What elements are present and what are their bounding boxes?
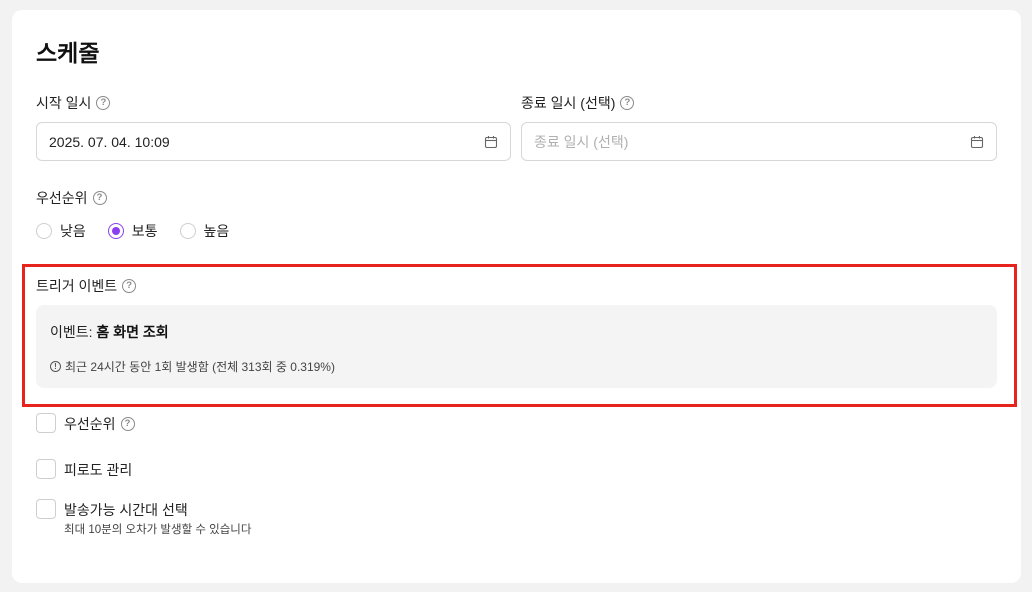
radio-label: 낮음 (60, 223, 86, 239)
fatigue-checkbox[interactable] (36, 459, 56, 479)
start-date-value: 2025. 07. 04. 10:09 (49, 133, 170, 150)
priority-option-label: 우선순위 ? (64, 414, 135, 434)
end-date-placeholder: 종료 일시 (선택) (534, 133, 629, 150)
priority-checkbox[interactable] (36, 413, 56, 433)
fatigue-option-label: 피로도 관리 (64, 462, 133, 478)
trigger-event-box (36, 305, 997, 388)
help-icon[interactable]: ? (120, 417, 135, 431)
page-title: 스케줄 (36, 40, 100, 66)
priority-radio-high[interactable]: 높음 (179, 221, 230, 241)
calendar-icon[interactable] (970, 135, 984, 149)
priority-label: 우선순위 ? (36, 188, 107, 208)
time-window-checkbox[interactable] (36, 499, 56, 519)
event-stats-text: 최근 24시간 동안 1회 발생함 (전체 313회 중 0.319%) (65, 360, 335, 374)
event-prefix: 이벤트: (50, 324, 97, 340)
priority-radio-normal[interactable]: 보통 (107, 221, 158, 241)
help-icon[interactable]: ? (92, 191, 107, 205)
end-date-input[interactable]: 종료 일시 (선택) (521, 122, 997, 161)
help-icon[interactable]: ? (122, 279, 137, 293)
radio-button[interactable] (179, 223, 196, 239)
start-date-label-text: 시작 일시 (36, 95, 92, 111)
radio-label: 높음 (203, 223, 230, 239)
radio-label: 보통 (131, 223, 158, 239)
help-icon[interactable]: ? (96, 96, 111, 110)
end-date-label: 종료 일시 (선택) ? (521, 93, 635, 113)
priority-radio-group: 낮음 보통 높음 (36, 221, 251, 241)
calendar-icon[interactable] (484, 135, 498, 149)
radio-button[interactable] (36, 223, 52, 239)
time-window-option-label: 발송가능 시간대 선택 (64, 502, 188, 518)
trigger-event-stats: ! 최근 24시간 동안 1회 발생함 (전체 313회 중 0.319%) (50, 358, 335, 375)
trigger-event-name: 이벤트: 홈 화면 조회 (50, 322, 169, 342)
radio-button-selected[interactable] (107, 223, 124, 239)
end-date-label-text: 종료 일시 (선택) (521, 95, 616, 111)
time-window-note: 최대 10분의 오차가 발생할 수 있습니다 (64, 524, 252, 536)
priority-option-text: 우선순위 (64, 416, 116, 432)
help-icon[interactable]: ? (620, 96, 635, 110)
start-date-label: 시작 일시 ? (36, 93, 111, 113)
trigger-event-label: 트리거 이벤트 ? (36, 276, 137, 296)
trigger-event-label-text: 트리거 이벤트 (36, 278, 118, 294)
priority-radio-low[interactable]: 낮음 (36, 221, 86, 241)
priority-label-text: 우선순위 (36, 190, 88, 206)
event-name: 홈 화면 조회 (96, 324, 169, 340)
start-date-input[interactable]: 2025. 07. 04. 10:09 (36, 122, 511, 161)
info-icon: ! (50, 361, 61, 372)
